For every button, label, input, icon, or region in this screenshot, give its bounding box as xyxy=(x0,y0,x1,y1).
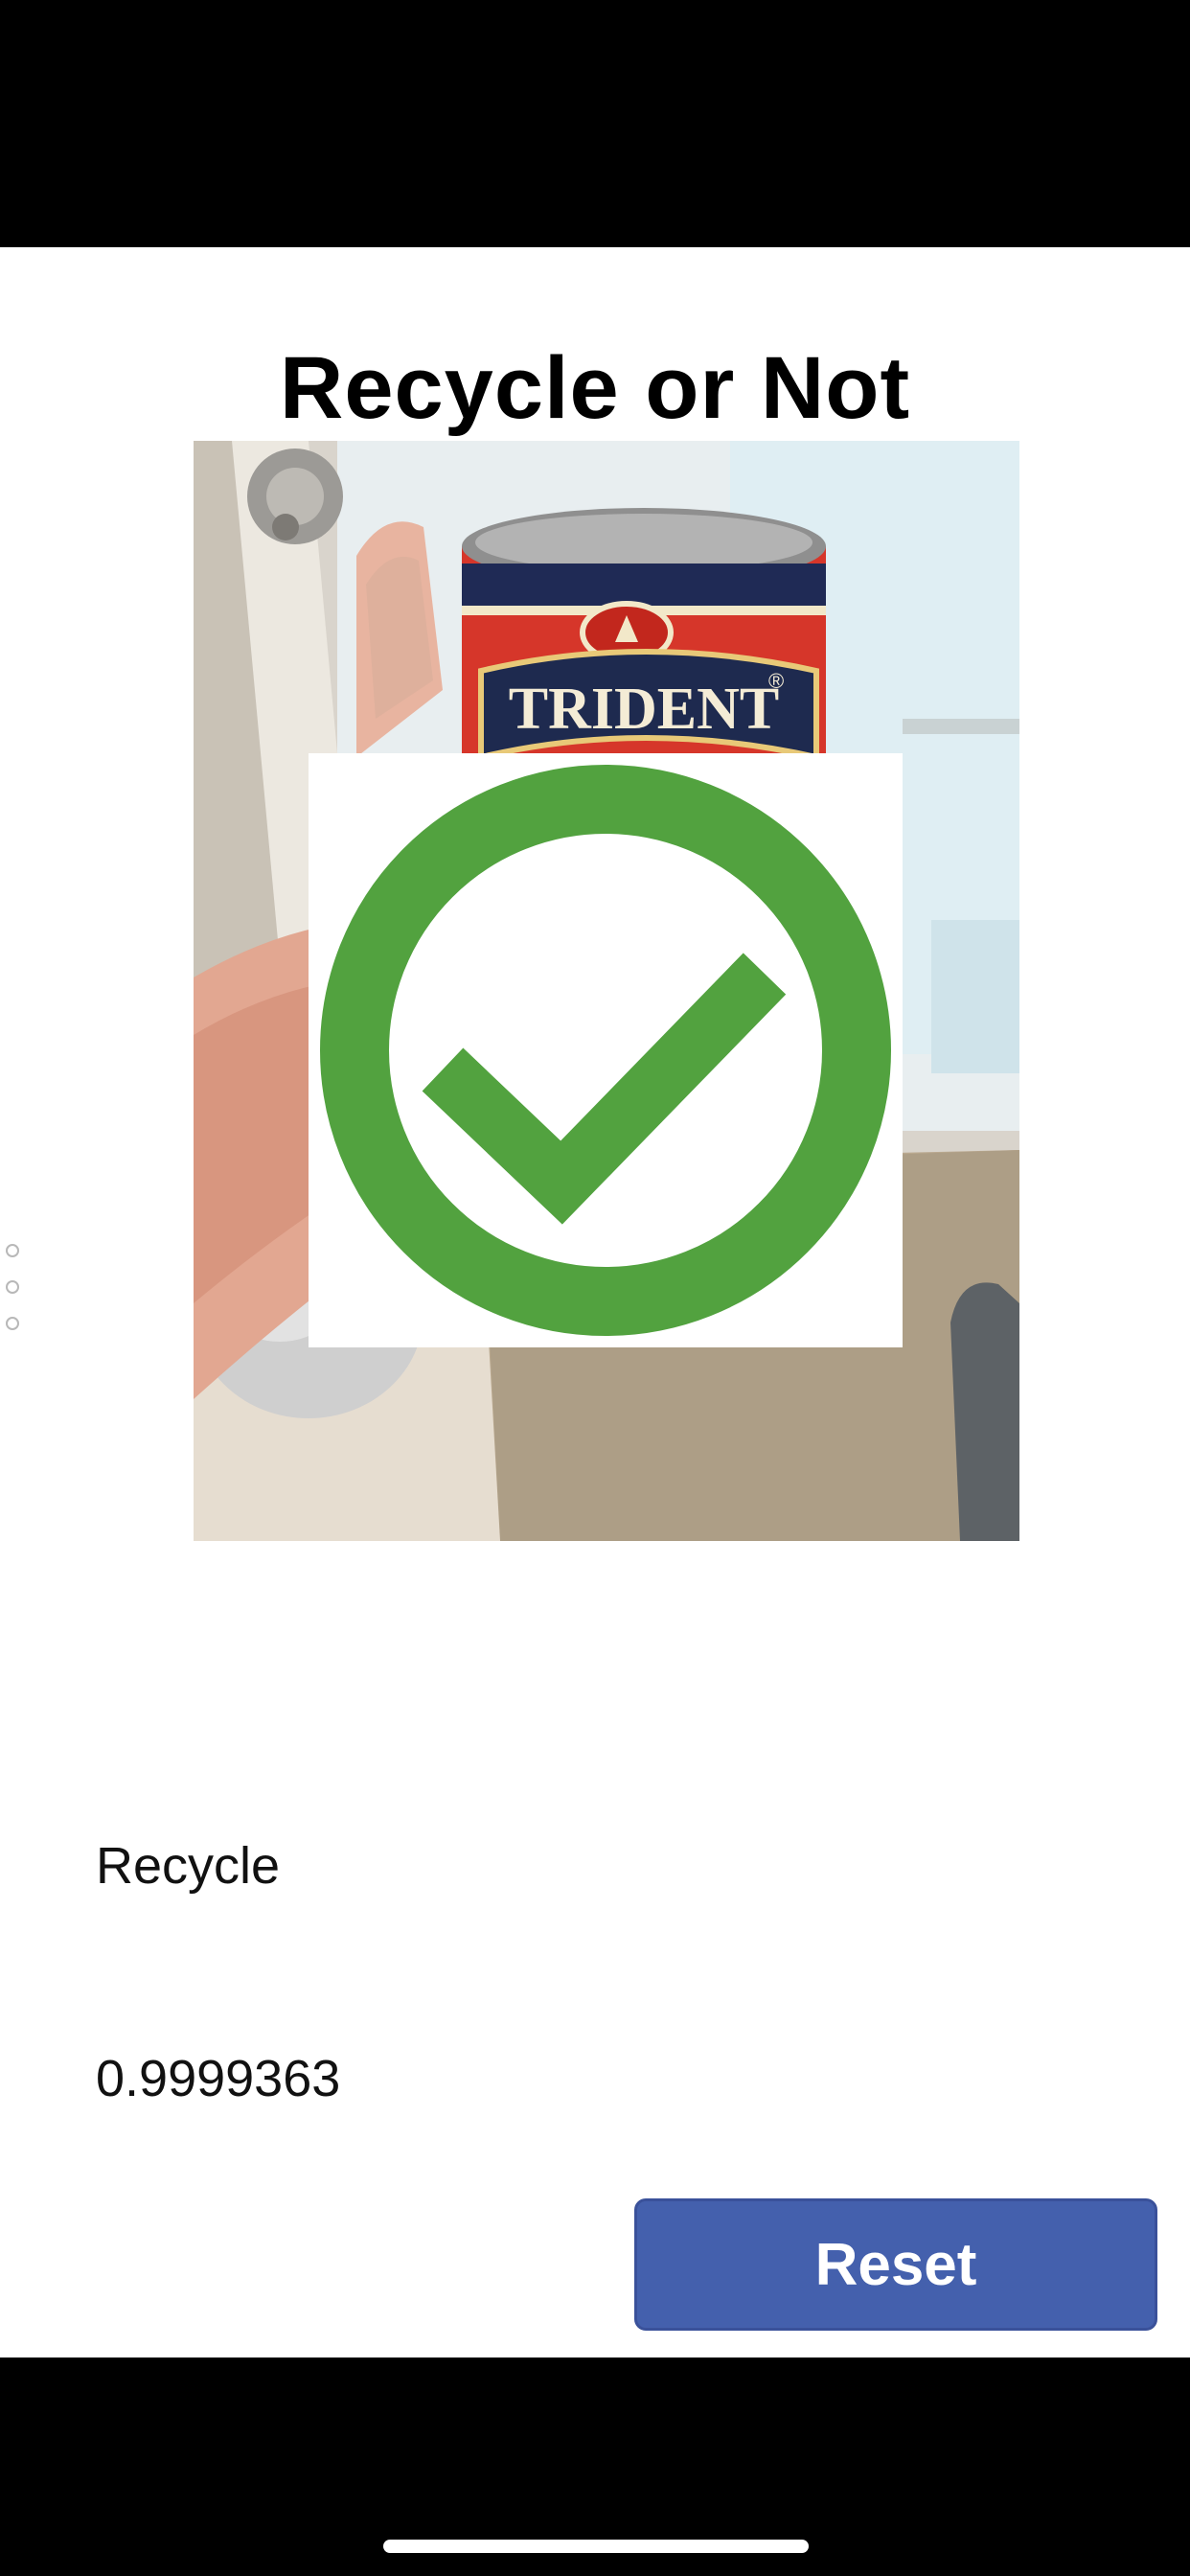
side-handle[interactable] xyxy=(6,1244,27,1353)
prediction-label: Recycle xyxy=(96,1837,281,1895)
can-brand-text: TRIDENT xyxy=(509,677,780,742)
result-card xyxy=(309,753,903,1347)
reset-button[interactable]: Reset xyxy=(634,2198,1157,2331)
status-bar xyxy=(0,0,1190,247)
home-indicator[interactable] xyxy=(383,2540,809,2553)
home-bar-area xyxy=(0,2358,1190,2576)
prediction-score: 0.9999363 xyxy=(96,2050,341,2107)
handle-dot xyxy=(6,1244,19,1257)
check-circle-icon xyxy=(320,765,891,1336)
can-brand-mark: ® xyxy=(768,669,784,693)
handle-dot xyxy=(6,1317,19,1330)
handle-dot xyxy=(6,1280,19,1294)
phone-screen: Recycle or Not TRIDENT ® Recycle 0.99993… xyxy=(0,0,1190,2576)
app-canvas: Recycle or Not TRIDENT ® Recycle 0.99993… xyxy=(0,247,1190,2358)
page-title: Recycle or Not xyxy=(279,339,911,437)
